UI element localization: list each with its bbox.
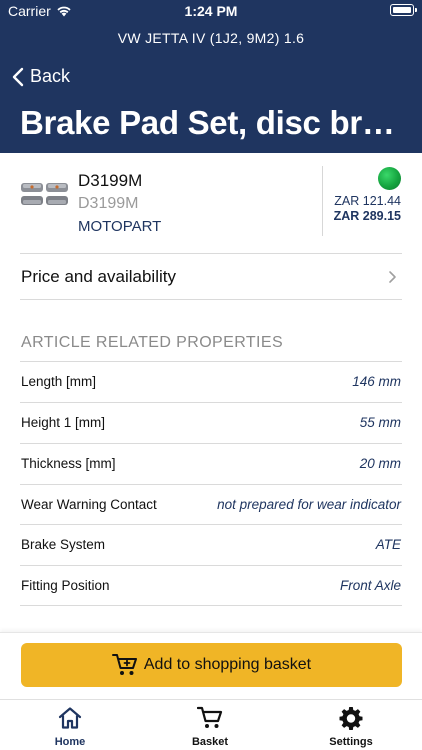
property-value: 146 mm: [352, 374, 401, 389]
property-label: Height 1 [mm]: [21, 415, 106, 430]
cart-icon: [111, 654, 137, 675]
property-value: ATE: [375, 537, 401, 552]
property-label: Fitting Position: [21, 578, 110, 593]
property-row: Thickness [mm] 20 mm: [0, 444, 422, 484]
tab-settings[interactable]: Settings: [311, 706, 391, 748]
price-net: ZAR 121.44: [334, 194, 401, 208]
page-title: Brake Pad Set, disc brake: [20, 104, 410, 141]
property-label: Length [mm]: [21, 374, 97, 389]
article-number-secondary: D3199M: [78, 195, 139, 212]
vertical-divider: [322, 166, 323, 236]
property-row: Length [mm] 146 mm: [0, 362, 422, 402]
header: Carrier 1:24 PM VW JETTA IV (1J2, 9M2) 1…: [0, 0, 422, 153]
property-row: Height 1 [mm] 55 mm: [0, 403, 422, 443]
price-availability-label: Price and availability: [21, 267, 176, 286]
gear-icon: [339, 707, 363, 730]
property-label: Thickness [mm]: [21, 456, 116, 471]
divider: [20, 299, 402, 300]
property-label: Wear Warning Contact: [21, 497, 157, 512]
chevron-left-icon: [12, 67, 24, 86]
property-row: Brake System ATE: [0, 525, 422, 565]
add-to-basket-label: Add to shopping basket: [143, 656, 312, 673]
product-summary[interactable]: D3199M D3199M MOTOPART ZAR 121.44 ZAR 28…: [0, 153, 422, 253]
brand-name: MOTOPART: [78, 218, 162, 235]
back-button[interactable]: Back: [12, 66, 70, 87]
property-value: Front Axle: [339, 578, 401, 593]
back-label: Back: [30, 66, 71, 86]
product-thumbnail: [21, 183, 68, 205]
status-bar: Carrier 1:24 PM: [0, 0, 422, 22]
section-title: ARTICLE RELATED PROPERTIES: [21, 334, 284, 351]
tab-basket[interactable]: Basket: [170, 706, 250, 748]
tab-settings-label: Settings: [329, 736, 373, 748]
property-row: Fitting Position Front Axle: [0, 566, 422, 606]
divider: [20, 605, 402, 606]
price-gross: ZAR 289.15: [333, 209, 401, 223]
property-value: 55 mm: [359, 415, 401, 430]
tab-basket-label: Basket: [191, 736, 229, 748]
tab-home[interactable]: Home: [30, 706, 110, 748]
chevron-right-icon: [389, 271, 396, 283]
tab-bar: Home Basket Settings: [0, 699, 422, 750]
article-number: D3199M: [78, 171, 143, 190]
status-time: 1:24 PM: [184, 3, 238, 19]
home-icon: [58, 707, 82, 729]
property-value: not prepared for wear indicator: [217, 497, 401, 512]
vehicle-name: VW JETTA IV (1J2, 9M2) 1.6: [117, 30, 305, 46]
battery-icon: [390, 4, 417, 16]
property-row: Wear Warning Contact not prepared for we…: [0, 485, 422, 525]
cart-icon: [196, 706, 223, 728]
property-value: 20 mm: [359, 456, 401, 471]
tab-home-label: Home: [54, 736, 86, 748]
availability-indicator: [378, 167, 401, 190]
add-to-basket-button[interactable]: Add to shopping basket: [21, 643, 402, 687]
price-availability-row[interactable]: Price and availability: [0, 254, 422, 299]
property-label: Brake System: [21, 537, 106, 552]
